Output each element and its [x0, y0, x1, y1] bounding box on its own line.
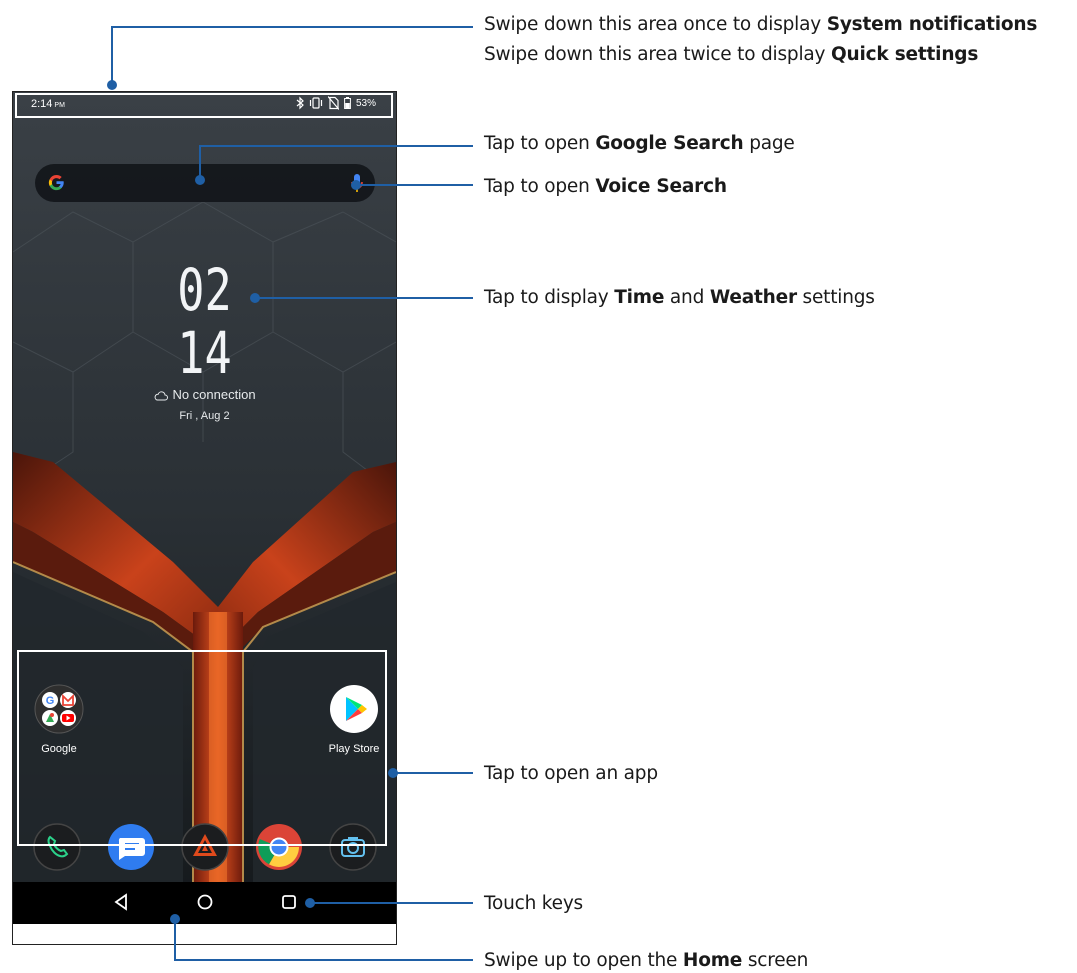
callout-quick-settings: Swipe down this area twice to display Qu… — [484, 44, 979, 65]
callout-voice-search: Tap to open Voice Search — [484, 176, 727, 197]
callout-google-search: Tap to open Google Search page — [484, 133, 795, 154]
callout-system-notifications: Swipe down this area once to display Sys… — [484, 14, 1038, 35]
callout-home-screen: Swipe up to open the Home screen — [484, 950, 809, 971]
callout-open-app: Tap to open an app — [484, 763, 658, 784]
callout-touch-keys: Touch keys — [484, 893, 584, 914]
callout-time-weather: Tap to display Time and Weather settings — [484, 287, 875, 308]
